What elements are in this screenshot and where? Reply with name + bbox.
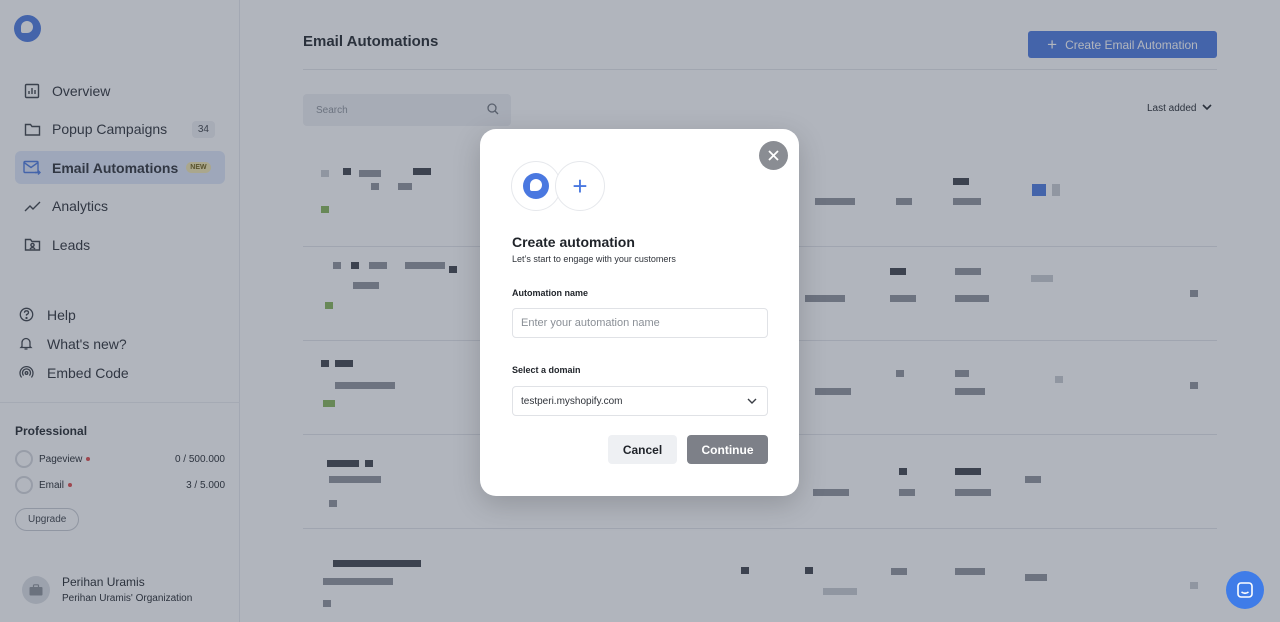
logo-circle [511,161,561,211]
dialog-icon-group: + [511,161,605,211]
continue-button[interactable]: Continue [687,435,768,464]
domain-label: Select a domain [512,365,581,375]
dialog-subtitle: Let’s start to engage with your customer… [512,254,676,264]
domain-value: testperi.myshopify.com [521,395,623,407]
close-button[interactable] [759,141,788,170]
app-logo-icon [523,173,549,199]
plus-icon: + [572,171,588,201]
chat-launcher-button[interactable] [1226,571,1264,609]
automation-name-input[interactable] [512,308,768,338]
domain-select[interactable]: testperi.myshopify.com [512,386,768,416]
close-icon [768,150,779,161]
chat-icon [1237,582,1253,598]
automation-name-label: Automation name [512,288,589,298]
create-automation-dialog: + Create automation Let’s start to engag… [480,129,799,496]
chevron-down-icon [747,396,757,407]
plus-circle: + [555,161,605,211]
cancel-button[interactable]: Cancel [608,435,677,464]
dialog-title: Create automation [512,234,635,250]
